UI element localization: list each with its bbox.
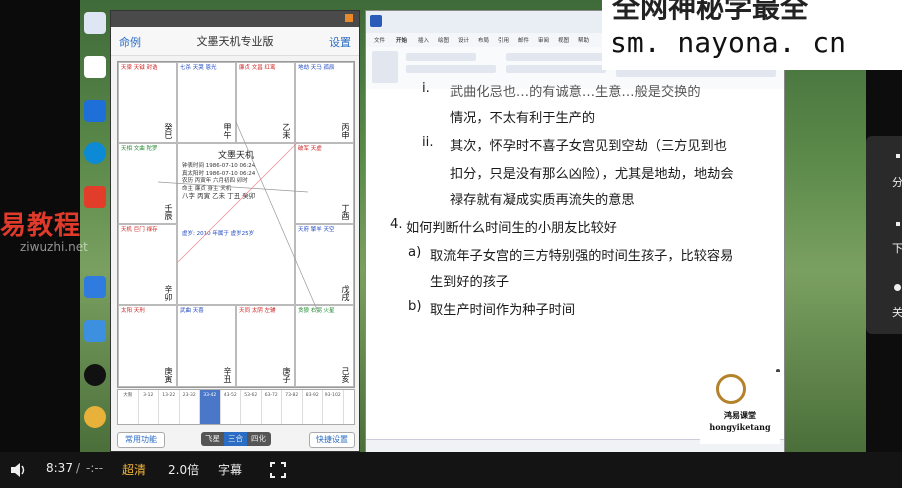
paste-button[interactable] (372, 51, 398, 83)
app-nav-bar: 命例 文墨天机专业版 设置 (111, 27, 359, 56)
qr-code-icon[interactable] (84, 56, 106, 78)
app-bottom-bar: 常用功能 飞星 三合 四化 快捷设置 (111, 427, 359, 451)
time-separator: / (76, 461, 81, 475)
speed-button[interactable]: 2.0倍 (168, 461, 199, 478)
edge-browser-icon[interactable] (84, 142, 106, 164)
sanfang-lines (157, 121, 319, 313)
paragraph-tools[interactable] (506, 53, 606, 61)
mode-feixing[interactable]: 飞星 (201, 432, 224, 446)
tab-help[interactable]: 帮助 (578, 36, 589, 44)
recycle-bin-icon[interactable] (84, 12, 106, 34)
total-time: -:-- (86, 461, 104, 475)
share-icon[interactable] (896, 154, 900, 158)
dayun-strip: 大限 3-12 13-22 23-32 33-42 43-52 53-62 63… (117, 389, 355, 425)
word-app-icon (370, 15, 382, 27)
current-time: 8:37 (46, 461, 73, 475)
colorful-app-icon[interactable] (84, 406, 106, 428)
tab-review[interactable]: 审阅 (538, 36, 549, 44)
quick-settings-button[interactable]: 快捷设置 (309, 432, 355, 448)
settings-button[interactable]: 设置 (329, 34, 351, 50)
subtitle-button[interactable]: 字幕 (218, 461, 242, 478)
mode-sihua[interactable]: 四化 (247, 432, 270, 446)
tab-layout[interactable]: 布局 (478, 36, 489, 44)
common-functions-button[interactable]: 常用功能 (117, 432, 165, 448)
tab-home[interactable]: 开始 (396, 36, 407, 44)
logo-emblem-icon (716, 374, 746, 404)
tab-design[interactable]: 设计 (458, 36, 469, 44)
back-button[interactable]: 命例 (119, 34, 141, 50)
download-icon[interactable] (896, 222, 900, 226)
tab-view[interactable]: 视图 (558, 36, 569, 44)
tab-draw[interactable]: 绘图 (438, 36, 449, 44)
site-banner: 全网神秘学最全 sm. nayona. cn (602, 0, 902, 70)
astrology-app-window: 命例 文墨天机专业版 设置 天梁 天钺 封诰 癸巳 七杀 天哭 恩光 甲午 廉贞 文… (110, 10, 360, 452)
font-family-select[interactable] (406, 53, 476, 61)
mode-sanhe[interactable]: 三合 (224, 432, 247, 446)
red-app-icon[interactable] (84, 186, 106, 208)
ziwei-chart: 天梁 天钺 封诰 癸巳 七杀 天哭 恩光 甲午 廉贞 文昌 红鸾 乙未 地劫 天马 孤… (117, 61, 355, 388)
phone-status-bar (111, 11, 359, 27)
video-player-controls: 8:37 / -:-- 超清 2.0倍 字幕 (0, 452, 902, 488)
volume-icon[interactable] (10, 462, 26, 478)
share-label[interactable]: 分 (892, 174, 902, 190)
app-icon[interactable] (84, 320, 106, 342)
download-label[interactable]: 下 (892, 240, 902, 256)
qq-penguin-icon[interactable] (84, 364, 106, 386)
mode-segmented-control: 飞星 三合 四化 (201, 432, 271, 446)
hongyi-logo: 鸿易课堂 hongyiketang (700, 372, 780, 444)
tab-references[interactable]: 引用 (498, 36, 509, 44)
tab-file[interactable]: 文件 (374, 36, 385, 44)
fullscreen-icon[interactable] (270, 462, 286, 478)
side-action-panel: 分 下 关 (866, 136, 902, 334)
tab-insert[interactable]: 插入 (418, 36, 429, 44)
cloud-app-icon[interactable] (84, 276, 106, 298)
font-format-tools[interactable] (406, 65, 496, 73)
app-title: 文墨天机专业版 (196, 35, 274, 48)
quality-button[interactable]: 超清 (122, 461, 146, 478)
tab-mailings[interactable]: 邮件 (518, 36, 529, 44)
status-indicator-icon (345, 14, 353, 22)
watermark-text: 易教程 (0, 211, 82, 241)
watermark-url: ziwuzhi.net (20, 240, 88, 254)
follow-icon[interactable] (894, 284, 901, 291)
alignment-tools[interactable] (506, 65, 606, 73)
follow-label[interactable]: 关 (892, 304, 902, 320)
file-icon[interactable] (84, 100, 106, 122)
